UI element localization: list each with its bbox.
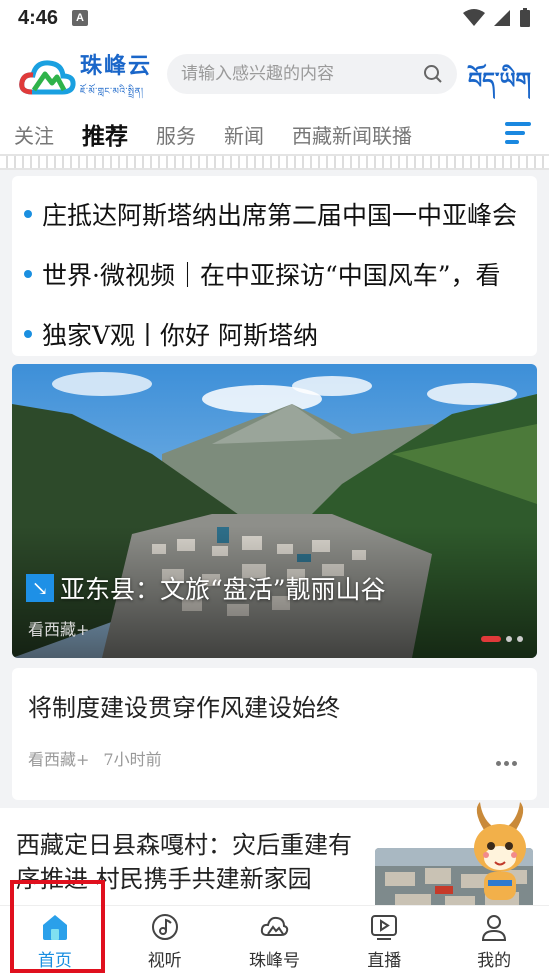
nav-zhufeng-account[interactable]: 珠峰号 (220, 906, 330, 976)
cloud-icon (261, 916, 289, 936)
tab-follow[interactable]: 关注 (0, 120, 68, 149)
carousel-dot (517, 636, 523, 642)
arrow-down-right-icon: ↘ (26, 574, 54, 602)
nav-profile-label: 我的 (477, 950, 512, 971)
bullet-icon (24, 270, 32, 278)
banner-image (12, 364, 537, 658)
tab-recommend[interactable]: 推荐 (68, 117, 142, 165)
app-screen: 4:46 A 珠峰云 ཇོ་མོ་གླང་མའི་སྤྲིན། བོད་ཡིག (0, 0, 549, 976)
article-time: 7小时前 (103, 750, 162, 769)
search-icon[interactable] (423, 64, 443, 84)
article-meta: 看西藏+ 7小时前 (28, 746, 162, 770)
nav-home[interactable]: 首页 (0, 906, 110, 976)
status-bar: 4:46 A (0, 0, 549, 36)
decorative-border (0, 154, 549, 170)
headline-item[interactable]: 庄抵达阿斯塔纳出席第二届中国一中亚峰会 (24, 184, 519, 244)
logo-cloud-icon (19, 59, 76, 94)
banner-source: 看西藏+ (28, 620, 90, 639)
nav-audio-video[interactable]: 视听 (110, 906, 220, 976)
search-bar[interactable] (167, 54, 457, 94)
signal-icon (494, 10, 510, 26)
notification-a-icon: A (72, 10, 89, 26)
bullet-icon (24, 330, 32, 338)
home-icon (42, 914, 67, 940)
headline-list: 庄抵达阿斯塔纳出席第二届中国一中亚峰会 世界·微视频｜在中亚探访“中国风车”，看… (12, 176, 537, 356)
channel-tabs: 关注 推荐 服务 新闻 西藏新闻联播 (0, 114, 549, 165)
nav-home-label: 首页 (37, 950, 72, 971)
headline-item[interactable]: 独家V观丨你好 阿斯塔纳 (24, 304, 519, 356)
bullet-icon (24, 210, 32, 218)
carousel-dot-active (481, 636, 501, 642)
app-header: 珠峰云 ཇོ་མོ་གླང་མའི་སྤྲིན། བོད་ཡིག (0, 36, 549, 114)
status-time: 4:46 (18, 6, 59, 29)
nav-live-label: 直播 (367, 950, 402, 971)
banner-title: ↘ 亚东县：文旅“盘活”靓丽山谷 (26, 570, 386, 606)
tab-tibet-news-broadcast[interactable]: 西藏新闻联播 (278, 120, 426, 149)
nav-audio-video-label: 视听 (147, 950, 182, 971)
nav-profile[interactable]: 我的 (439, 906, 549, 976)
logo-subtitle: ཇོ་མོ་གླང་མའི་སྤྲིན། (80, 87, 144, 97)
wifi-icon (463, 9, 485, 26)
carousel-indicator (481, 636, 523, 642)
language-switch[interactable]: བོད་ཡིག (468, 56, 531, 118)
app-logo[interactable]: 珠峰云 ཇོ་མོ་གླང་མའི་སྤྲིན། (18, 48, 152, 107)
banner-carousel[interactable]: ↘ 亚东县：文旅“盘活”靓丽山谷 看西藏+ (12, 364, 537, 658)
article-card[interactable]: 将制度建设贯穿作风建设始终 看西藏+ 7小时前 (12, 668, 537, 800)
music-note-icon (151, 913, 178, 940)
article-title: 将制度建设贯穿作风建设始终 (28, 694, 340, 722)
article-title: 西藏定日县森嘎村：灾后重建有序推进 村民携手共建新家园 (16, 831, 352, 893)
nav-zhufeng-account-label: 珠峰号 (248, 950, 300, 971)
mascot-antelope-icon[interactable] (462, 800, 538, 910)
bottom-navigation: 首页 视听 珠峰号 直播 我的 (0, 905, 549, 976)
search-input[interactable] (181, 64, 423, 84)
logo-title: 珠峰云 (80, 54, 153, 79)
carousel-dot (506, 636, 512, 642)
user-icon (482, 914, 507, 941)
channel-menu-icon[interactable] (505, 122, 531, 144)
article-source: 看西藏+ (28, 750, 90, 769)
status-icons (463, 8, 531, 28)
battery-icon (520, 8, 530, 27)
nav-live[interactable]: 直播 (329, 906, 439, 976)
headline-item[interactable]: 世界·微视频｜在中亚探访“中国风车”，看 (24, 244, 519, 304)
play-icon (371, 914, 398, 940)
more-options-icon[interactable] (496, 761, 517, 766)
tab-news[interactable]: 新闻 (210, 120, 278, 149)
tab-services[interactable]: 服务 (142, 120, 210, 149)
